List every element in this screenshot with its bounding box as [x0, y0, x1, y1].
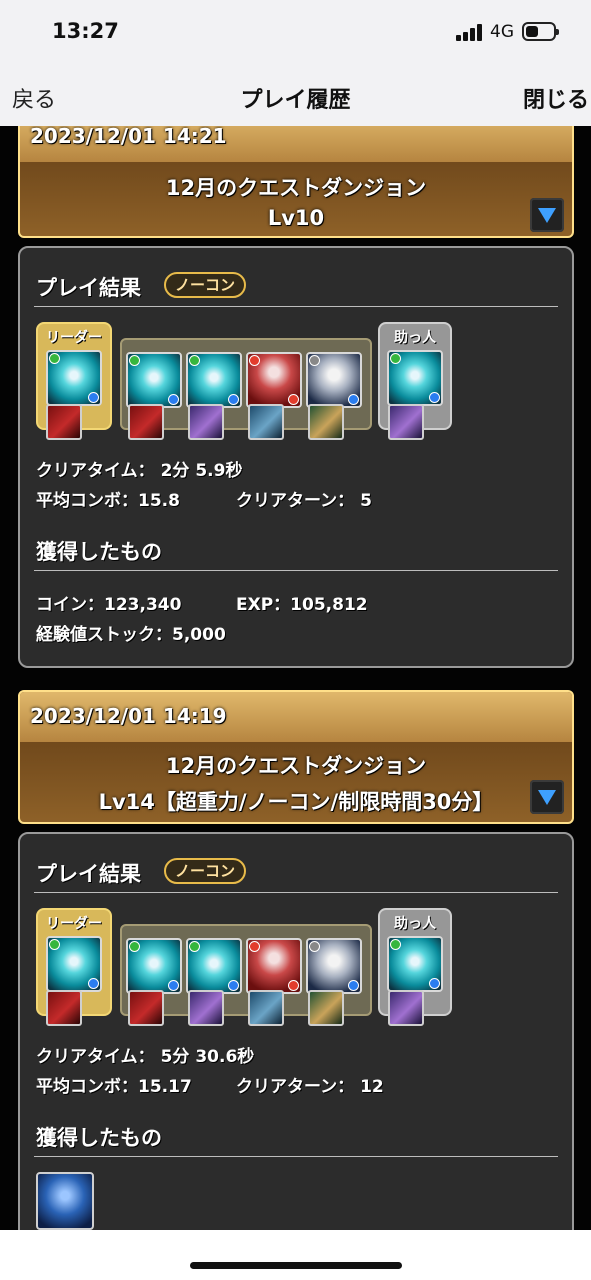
assist-equip-icon[interactable] — [308, 990, 344, 1026]
assist-equip-icon[interactable] — [188, 990, 224, 1026]
assist-equip-icon[interactable] — [188, 404, 224, 440]
page-title: プレイ履歴 — [240, 88, 351, 113]
helper-label: 助っ人 — [394, 916, 436, 932]
monster-icon[interactable] — [46, 350, 102, 406]
monster-icon[interactable] — [306, 938, 362, 994]
assist-equip-icon[interactable] — [128, 990, 164, 1026]
history-entry-header[interactable]: 2023/12/01 14:19 12月のクエストダンジョン Lv14【超重力/… — [18, 690, 574, 824]
dungeon-level: Lv10 — [267, 206, 325, 230]
assist-equip-icon[interactable] — [388, 990, 424, 1026]
play-result-panel: プレイ結果 ノーコン リーダー 助っ人 クリアタイム： 5分 30.6秒 平均コ… — [18, 832, 574, 1230]
home-indicator[interactable] — [190, 1262, 402, 1269]
exp-stock: 経験値ストック：5,000 — [36, 625, 226, 645]
no-continue-badge: ノーコン — [164, 272, 247, 298]
monster-icon[interactable] — [387, 936, 443, 992]
navigation-bar: 戻る プレイ履歴 閉じる — [0, 64, 591, 126]
clear-time: クリアタイム： 2分 5.9秒 — [36, 461, 243, 481]
assist-equip-icon[interactable] — [388, 404, 424, 440]
monster-icon[interactable] — [126, 352, 182, 408]
monster-icon[interactable] — [126, 938, 182, 994]
clear-time: クリアタイム： 5分 30.6秒 — [36, 1047, 255, 1067]
assist-equip-icon[interactable] — [128, 404, 164, 440]
expand-arrow-icon[interactable] — [530, 780, 564, 814]
battery-icon — [522, 22, 559, 41]
coins-earned: コイン：123,340 — [36, 595, 182, 615]
play-result-title: プレイ結果 — [36, 862, 141, 886]
monster-icon[interactable] — [306, 352, 362, 408]
obtained-title: 獲得したもの — [36, 540, 162, 564]
entry-date: 2023/12/01 14:19 — [20, 692, 572, 742]
clear-turn: クリアターン： 12 — [236, 1077, 384, 1097]
leader-label: リーダー — [46, 330, 102, 346]
history-entry-header[interactable]: 2023/12/01 14:21 12月のクエストダンジョン Lv10 — [18, 126, 574, 238]
monster-icon[interactable] — [186, 938, 242, 994]
monster-icon[interactable] — [46, 936, 102, 992]
assist-equip-icon[interactable] — [248, 990, 284, 1026]
obtained-title: 獲得したもの — [36, 1126, 162, 1150]
average-combo: 平均コンボ：15.8 — [36, 491, 180, 511]
assist-equip-icon[interactable] — [46, 404, 82, 440]
entry-date: 2023/12/01 14:21 — [20, 126, 572, 162]
signal-icon — [456, 24, 484, 41]
assist-equip-icon[interactable] — [248, 404, 284, 440]
divider — [34, 892, 558, 893]
network-type: 4G — [490, 22, 514, 42]
history-list[interactable]: 2023/12/01 14:21 12月のクエストダンジョン Lv10 プレイ結… — [0, 126, 591, 1230]
divider — [34, 306, 558, 307]
play-result-title: プレイ結果 — [36, 276, 141, 300]
monster-icon[interactable] — [246, 938, 302, 994]
dungeon-name: 12月のクエストダンジョン — [165, 754, 427, 778]
obtained-item-icon[interactable] — [36, 1172, 94, 1230]
dungeon-level: Lv14【超重力/ノーコン/制限時間30分】 — [98, 790, 494, 814]
monster-icon[interactable] — [246, 352, 302, 408]
leader-label: リーダー — [46, 916, 102, 932]
divider — [34, 570, 558, 571]
monster-icon[interactable] — [186, 352, 242, 408]
status-bar: 13:27 4G — [0, 0, 591, 64]
close-button[interactable]: 閉じる — [523, 82, 589, 114]
divider — [34, 1156, 558, 1157]
play-result-panel: プレイ結果 ノーコン リーダー 助っ人 クリアタイム： 2分 5.9秒 平均コン… — [18, 246, 574, 668]
no-continue-badge: ノーコン — [164, 858, 247, 884]
average-combo: 平均コンボ：15.17 — [36, 1077, 192, 1097]
exp-earned: EXP：105,812 — [236, 595, 368, 615]
assist-equip-icon[interactable] — [46, 990, 82, 1026]
helper-label: 助っ人 — [394, 330, 436, 346]
expand-arrow-icon[interactable] — [530, 198, 564, 232]
dungeon-name: 12月のクエストダンジョン — [165, 176, 427, 200]
monster-icon[interactable] — [387, 350, 443, 406]
clear-turn: クリアターン： 5 — [236, 491, 372, 511]
status-time: 13:27 — [52, 19, 119, 43]
assist-equip-icon[interactable] — [308, 404, 344, 440]
